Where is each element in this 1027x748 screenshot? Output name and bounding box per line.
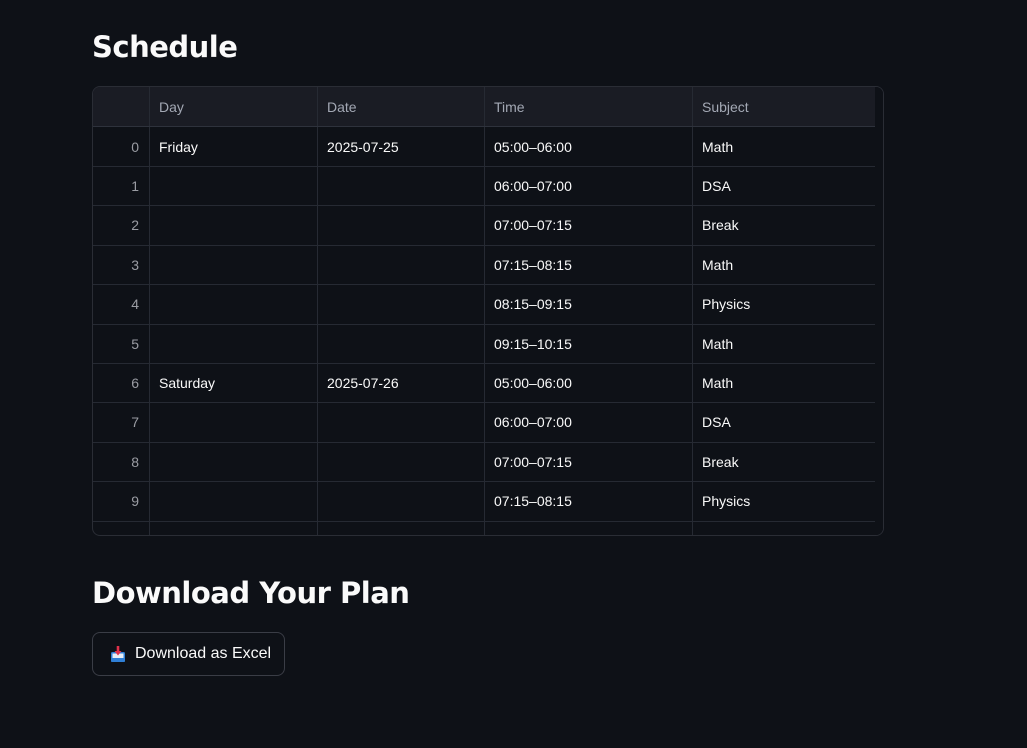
page: Schedule Day Date Time Subject 0 Friday 20…	[0, 0, 1027, 748]
time-cell[interactable]: 05:00–06:00	[485, 363, 693, 403]
subject-cell[interactable]: Physics	[693, 482, 875, 521]
subject-cell[interactable]: Math	[693, 245, 875, 284]
row-index-cell[interactable]: 5	[93, 324, 150, 363]
row-index-cell[interactable]: 3	[93, 245, 150, 285]
column-header-subject[interactable]: Subject	[693, 87, 875, 126]
day-cell[interactable]	[150, 402, 318, 442]
schedule-heading: Schedule	[92, 30, 238, 64]
table-row[interactable]: 9 07:15–08:15 Physics	[93, 481, 875, 522]
empty-cell	[693, 521, 875, 535]
download-excel-button[interactable]: Download as Excel	[92, 632, 286, 676]
subject-cell[interactable]: Math	[693, 363, 875, 402]
subject-cell[interactable]: Physics	[693, 285, 875, 324]
time-cell[interactable]: 07:15–08:15	[485, 245, 693, 285]
time-cell[interactable]: 07:00–07:15	[485, 442, 693, 482]
subject-cell[interactable]: DSA	[693, 166, 875, 205]
schedule-grid: Day Date Time Subject 0 Friday 2025-07-25 0…	[93, 87, 875, 535]
time-cell[interactable]: 06:00–07:00	[485, 166, 693, 206]
table-row[interactable]: 1 06:00–07:00 DSA	[93, 166, 875, 207]
empty-cell	[93, 521, 150, 535]
day-cell[interactable]	[150, 481, 318, 521]
day-cell[interactable]: Saturday	[150, 363, 318, 403]
column-header-date[interactable]: Date	[318, 87, 485, 126]
schedule-table[interactable]: Day Date Time Subject 0 Friday 2025-07-25 0…	[92, 86, 884, 536]
date-cell[interactable]	[318, 402, 485, 442]
date-cell[interactable]	[318, 205, 485, 245]
column-header-day[interactable]: Day	[150, 87, 318, 126]
empty-cell	[150, 521, 318, 535]
row-index-cell[interactable]: 9	[93, 481, 150, 521]
date-cell[interactable]	[318, 481, 485, 521]
table-row[interactable]: 0 Friday 2025-07-25 05:00–06:00 Math	[93, 127, 875, 167]
table-row[interactable]: 3 07:15–08:15 Math	[93, 245, 875, 286]
table-row-partial	[93, 521, 875, 535]
row-index-cell[interactable]: 2	[93, 205, 150, 245]
row-index-cell[interactable]: 0	[93, 127, 150, 166]
table-row[interactable]: 5 09:15–10:15 Math	[93, 324, 875, 364]
table-header-row: Day Date Time Subject	[93, 87, 875, 127]
subject-cell[interactable]: DSA	[693, 403, 875, 442]
date-cell[interactable]	[318, 442, 485, 482]
table-row[interactable]: 7 06:00–07:00 DSA	[93, 402, 875, 443]
subject-cell[interactable]: Math	[693, 324, 875, 363]
date-cell[interactable]: 2025-07-26	[318, 363, 485, 403]
column-header-time[interactable]: Time	[485, 87, 693, 126]
day-cell[interactable]	[150, 205, 318, 245]
date-cell[interactable]: 2025-07-25	[318, 127, 485, 166]
table-row[interactable]: 6 Saturday 2025-07-26 05:00–06:00 Math	[93, 363, 875, 404]
empty-cell	[318, 521, 485, 535]
row-index-cell[interactable]: 6	[93, 363, 150, 403]
row-index-cell[interactable]: 1	[93, 166, 150, 206]
day-cell[interactable]	[150, 284, 318, 324]
day-cell[interactable]	[150, 324, 318, 363]
inbox-tray-icon	[109, 645, 127, 663]
date-cell[interactable]	[318, 166, 485, 206]
time-cell[interactable]: 06:00–07:00	[485, 402, 693, 442]
time-cell[interactable]: 07:00–07:15	[485, 205, 693, 245]
row-index-cell[interactable]: 8	[93, 442, 150, 482]
column-header-index[interactable]	[93, 87, 150, 126]
table-scrollbar[interactable]	[875, 87, 883, 535]
day-cell[interactable]	[150, 442, 318, 482]
download-heading: Download Your Plan	[92, 576, 410, 610]
table-row[interactable]: 4 08:15–09:15 Physics	[93, 284, 875, 325]
date-cell[interactable]	[318, 324, 485, 363]
subject-cell[interactable]: Break	[693, 442, 875, 481]
day-cell[interactable]	[150, 166, 318, 206]
table-row[interactable]: 8 07:00–07:15 Break	[93, 442, 875, 483]
day-cell[interactable]	[150, 245, 318, 285]
time-cell[interactable]: 07:15–08:15	[485, 481, 693, 521]
subject-cell[interactable]: Break	[693, 206, 875, 245]
date-cell[interactable]	[318, 245, 485, 285]
time-cell[interactable]: 05:00–06:00	[485, 127, 693, 166]
day-cell[interactable]: Friday	[150, 127, 318, 166]
date-cell[interactable]	[318, 284, 485, 324]
table-row[interactable]: 2 07:00–07:15 Break	[93, 205, 875, 246]
time-cell[interactable]: 09:15–10:15	[485, 324, 693, 363]
time-cell[interactable]: 08:15–09:15	[485, 284, 693, 324]
row-index-cell[interactable]: 7	[93, 402, 150, 442]
empty-cell	[485, 521, 693, 535]
download-button-label: Download as Excel	[135, 645, 272, 662]
row-index-cell[interactable]: 4	[93, 284, 150, 324]
subject-cell[interactable]: Math	[693, 127, 875, 166]
